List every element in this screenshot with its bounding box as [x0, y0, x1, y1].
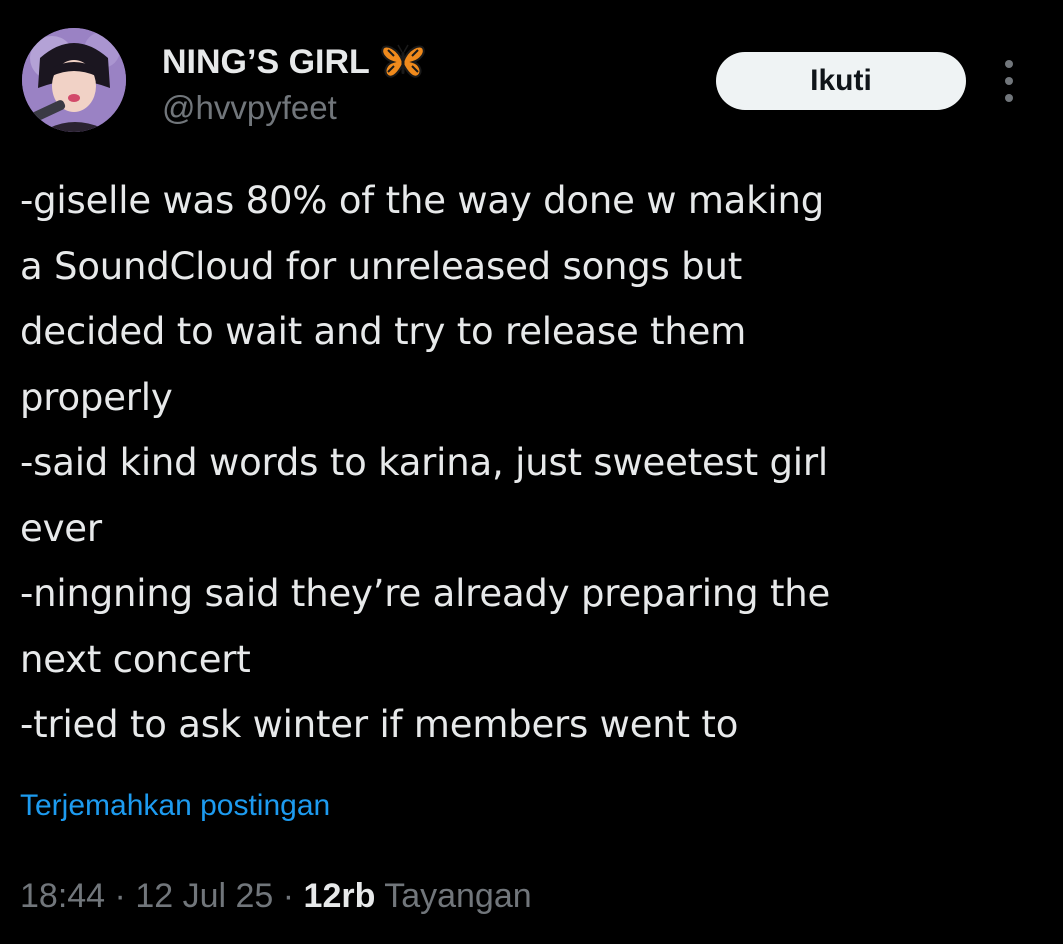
display-name-text: NING’S GIRL: [162, 43, 370, 81]
more-dot: [1005, 77, 1013, 85]
tweet: NING’S GIRL @hvvpyfeet Ikuti -giselle wa…: [0, 0, 1063, 944]
meta-separator: ·: [105, 877, 136, 915]
tweet-meta: 18:44 · 12 Jul 25 · 12rb Tayangan: [20, 874, 532, 918]
meta-separator: ·: [273, 877, 304, 915]
tweet-text-line: -ningning said they’re already preparing…: [20, 572, 831, 615]
views-count[interactable]: 12rb: [304, 877, 376, 915]
tweet-text-line: decided to wait and try to release them: [20, 310, 747, 353]
tweet-text-line: -giselle was 80% of the way done w makin…: [20, 179, 824, 222]
tweet-text-line: properly: [20, 375, 173, 419]
display-name[interactable]: NING’S GIRL: [162, 42, 426, 82]
user-handle[interactable]: @hvvpyfeet: [162, 88, 337, 128]
tweet-text-line: -said kind words to karina, just sweetes…: [20, 441, 828, 484]
more-dot: [1005, 60, 1013, 68]
views-label: Tayangan: [375, 877, 532, 915]
post-time[interactable]: 18:44: [20, 877, 105, 915]
translate-post-link[interactable]: Terjemahkan postingan: [20, 786, 330, 826]
avatar-image: [22, 28, 126, 132]
tweet-text-line: ever: [20, 506, 102, 550]
post-date[interactable]: 12 Jul 25: [135, 877, 273, 915]
tweet-text-line: next concert: [20, 637, 251, 681]
butterfly-icon: [381, 44, 425, 78]
more-vertical-icon[interactable]: [994, 56, 1024, 106]
follow-button[interactable]: Ikuti: [716, 52, 966, 110]
avatar[interactable]: [22, 28, 126, 132]
tweet-text: -giselle was 80% of the way done w makin…: [20, 168, 1050, 758]
more-dot: [1005, 94, 1013, 102]
tweet-text-line: a SoundCloud for unreleased songs but: [20, 244, 743, 288]
tweet-text-line: -tried to ask winter if members went to: [20, 703, 739, 746]
